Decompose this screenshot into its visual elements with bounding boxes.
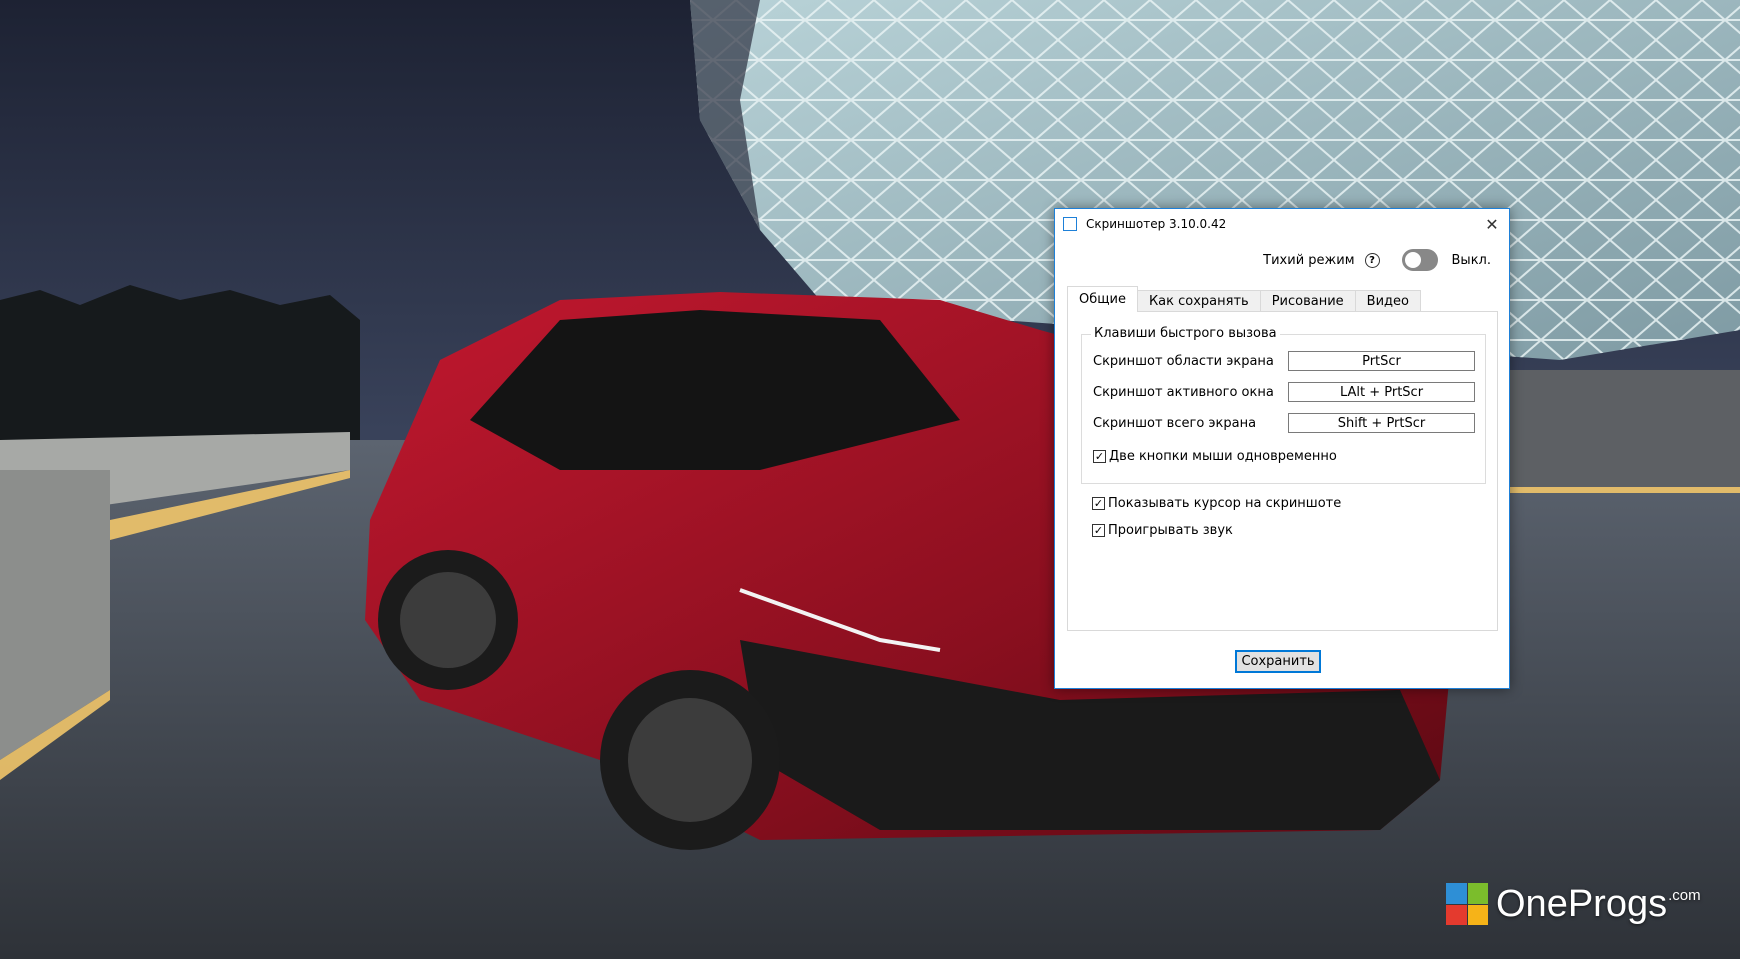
oneprogs-logo-icon — [1446, 883, 1488, 925]
quiet-mode-row: Тихий режим ? Выкл. — [1263, 249, 1491, 271]
both-mouse-buttons-label: Две кнопки мыши одновременно — [1109, 449, 1337, 464]
tab-general[interactable]: Общие — [1067, 286, 1138, 312]
logo-tile-blue — [1446, 883, 1467, 904]
toggle-knob — [1404, 252, 1421, 268]
quiet-mode-label: Тихий режим — [1263, 252, 1355, 268]
play-sound-checkbox[interactable]: ✓ — [1092, 524, 1105, 537]
quiet-mode-state: Выкл. — [1451, 252, 1491, 268]
show-cursor-label: Показывать курсор на скриншоте — [1108, 496, 1342, 511]
hotkeys-group-title: Клавиши быстрого вызова — [1091, 326, 1280, 341]
logo-tile-green — [1467, 883, 1488, 904]
hotkey-label-region: Скриншот области экрана — [1093, 353, 1274, 369]
hotkey-field-full-screen[interactable]: Shift + PrtScr — [1288, 413, 1475, 433]
logo-tile-red — [1446, 904, 1467, 925]
window-client-area: Тихий режим ? Выкл. Общие Как сохранять … — [1055, 239, 1509, 688]
help-icon[interactable]: ? — [1364, 252, 1380, 268]
play-sound-label: Проигрывать звук — [1108, 523, 1233, 538]
save-button[interactable]: Сохранить — [1235, 650, 1321, 673]
title-bar[interactable]: Скриншотер 3.10.0.42 ✕ — [1055, 209, 1509, 239]
window-title: Скриншотер 3.10.0.42 — [1086, 217, 1227, 231]
oneprogs-watermark: OneProgs .com — [1446, 883, 1701, 925]
both-mouse-buttons-checkbox[interactable]: ✓ — [1093, 450, 1106, 463]
hotkey-label-active-window: Скриншот активного окна — [1093, 384, 1274, 400]
close-icon[interactable]: ✕ — [1475, 209, 1509, 239]
logo-tile-yellow — [1467, 904, 1488, 925]
play-sound-option[interactable]: ✓ Проигрывать звук — [1092, 523, 1233, 538]
settings-window: Скриншотер 3.10.0.42 ✕ Тихий режим ? Вык… — [1054, 208, 1510, 689]
app-icon — [1063, 217, 1077, 231]
hotkey-row-region: Скриншот области экрана PrtScr — [1093, 350, 1475, 372]
hotkeys-group: Клавиши быстрого вызова Скриншот области… — [1081, 326, 1486, 484]
hotkey-row-full-screen: Скриншот всего экрана Shift + PrtScr — [1093, 412, 1475, 434]
tab-drawing[interactable]: Рисование — [1259, 290, 1356, 312]
both-mouse-buttons-option[interactable]: ✓ Две кнопки мыши одновременно — [1093, 449, 1337, 464]
watermark-name: OneProgs — [1496, 883, 1668, 925]
show-cursor-checkbox[interactable]: ✓ — [1092, 497, 1105, 510]
hotkey-field-active-window[interactable]: LAlt + PrtScr — [1288, 382, 1475, 402]
hotkey-row-active-window: Скриншот активного окна LAlt + PrtScr — [1093, 381, 1475, 403]
hotkey-label-full-screen: Скриншот всего экрана — [1093, 415, 1257, 431]
watermark-suffix: .com — [1668, 887, 1701, 904]
show-cursor-option[interactable]: ✓ Показывать курсор на скриншоте — [1092, 496, 1341, 511]
tab-video[interactable]: Видео — [1354, 290, 1421, 312]
tab-panel-general: Клавиши быстрого вызова Скриншот области… — [1067, 311, 1498, 631]
tab-strip: Общие Как сохранять Рисование Видео — [1067, 286, 1421, 312]
quiet-mode-toggle[interactable] — [1401, 249, 1438, 271]
tab-how-to-save[interactable]: Как сохранять — [1136, 290, 1261, 312]
hotkey-field-region[interactable]: PrtScr — [1288, 351, 1475, 371]
